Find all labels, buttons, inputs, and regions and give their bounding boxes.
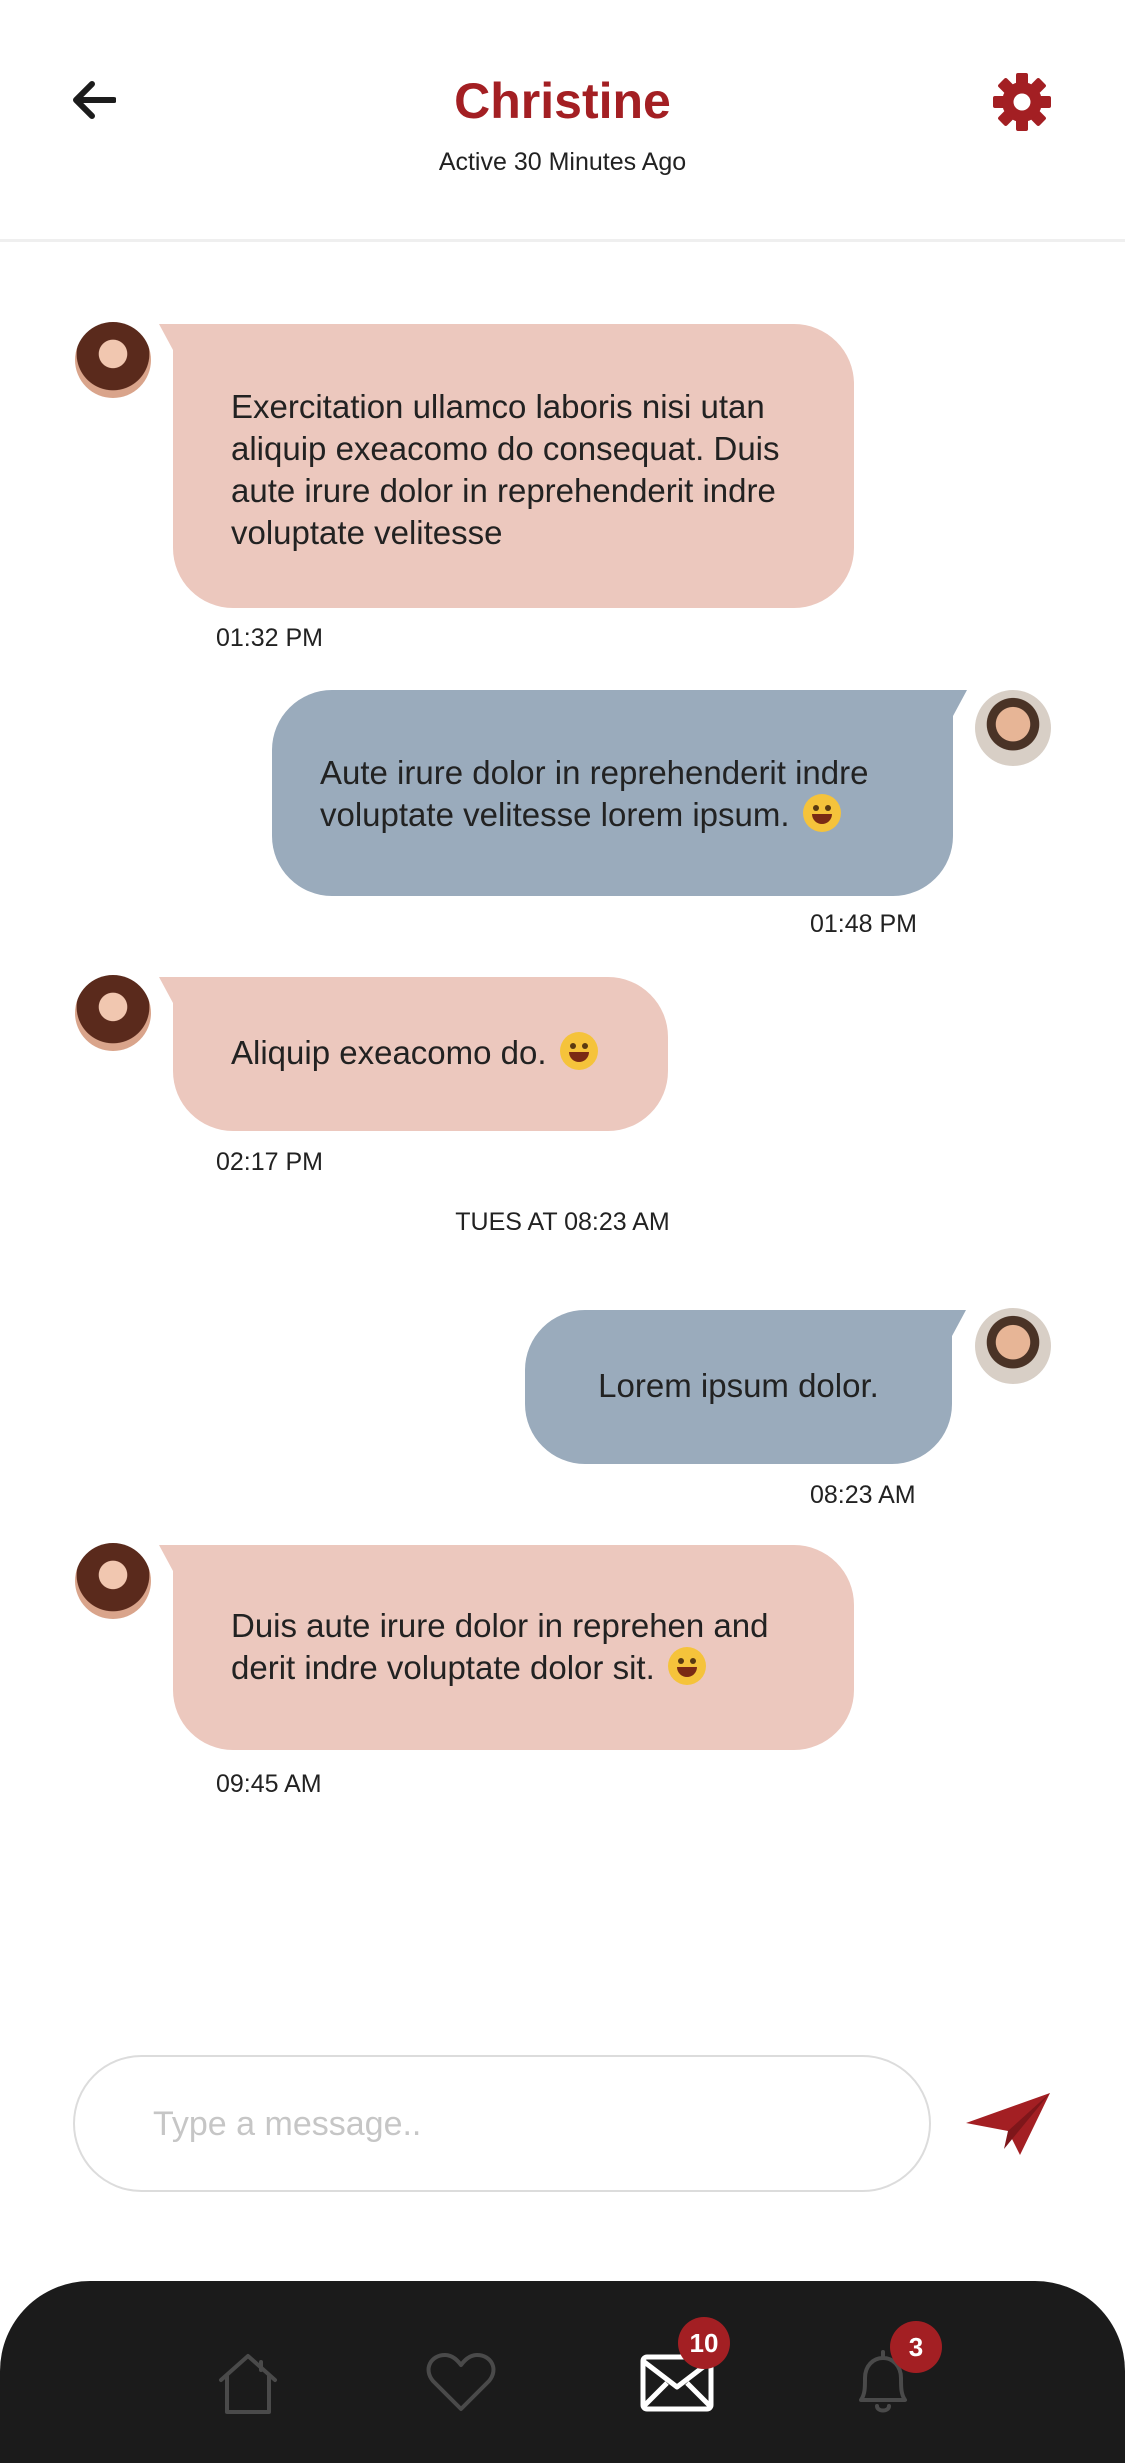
incoming-message: Exercitation ullamco laboris nisi utan a…	[159, 324, 854, 608]
nav-favorites[interactable]	[416, 2343, 506, 2423]
nav-home[interactable]	[203, 2343, 293, 2423]
message-line: derit indre voluptate dolor sit.	[231, 1647, 824, 1689]
laughing-face-icon	[667, 1647, 706, 1685]
message-line: voluptate velitesse lorem ipsum.	[320, 794, 923, 836]
chat-header: Christine Active 30 Minutes Ago	[0, 0, 1125, 242]
send-button[interactable]	[962, 2086, 1054, 2162]
incoming-message: Duis aute irure dolor in reprehen and de…	[159, 1545, 854, 1750]
bottom-navigation: 10 3	[0, 2281, 1125, 2463]
message-line: Exercitation ullamco laboris nisi utan	[231, 388, 765, 425]
active-status: Active 30 Minutes Ago	[438, 148, 687, 176]
messages-badge: 10	[678, 2317, 730, 2369]
message-timestamp: 02:17 PM	[216, 1148, 324, 1176]
page-title: Christine	[454, 73, 671, 129]
gear-icon	[993, 73, 1051, 131]
message-line: Aute irure dolor in reprehenderit indre	[320, 754, 869, 791]
message-timestamp: 01:48 PM	[810, 910, 918, 938]
message-line: aute irure dolor in reprehenderit indre	[231, 472, 776, 509]
message-timestamp: 08:23 AM	[810, 1481, 916, 1509]
grinning-face-icon	[802, 794, 841, 832]
incoming-message: Aliquip exeacomo do.	[159, 977, 668, 1131]
outgoing-message: Aute irure dolor in reprehenderit indre …	[272, 690, 967, 896]
settings-button[interactable]	[990, 70, 1054, 134]
message-composer	[73, 2055, 931, 2192]
message-line: voluptate velitesse	[231, 514, 503, 551]
message-line: aliquip exeacomo do consequat. Duis	[231, 430, 780, 467]
christine-avatar[interactable]	[75, 1543, 151, 1619]
notifications-badge: 3	[890, 2321, 942, 2373]
nav-messages[interactable]: 10	[632, 2317, 730, 2423]
nav-notifications[interactable]: 3	[838, 2321, 942, 2423]
message-timestamp: 01:32 PM	[216, 624, 324, 652]
day-separator: TUES AT 08:23 AM	[455, 1208, 670, 1236]
paper-plane-icon	[966, 2093, 1050, 2155]
message-timestamp: 09:45 AM	[216, 1770, 322, 1798]
home-icon	[219, 2354, 277, 2414]
user-avatar[interactable]	[975, 690, 1051, 766]
heart-icon	[426, 2353, 496, 2411]
christine-avatar[interactable]	[75, 322, 151, 398]
message-input[interactable]	[151, 2057, 895, 2192]
message-line: Lorem ipsum dolor.	[598, 1367, 879, 1404]
user-avatar[interactable]	[975, 1308, 1051, 1384]
christine-avatar[interactable]	[75, 975, 151, 1051]
smiling-face-icon	[559, 1032, 598, 1070]
message-line: Aliquip exeacomo do.	[231, 1032, 638, 1074]
outgoing-message: Lorem ipsum dolor.	[525, 1310, 966, 1464]
message-line: Duis aute irure dolor in reprehen and	[231, 1607, 769, 1644]
